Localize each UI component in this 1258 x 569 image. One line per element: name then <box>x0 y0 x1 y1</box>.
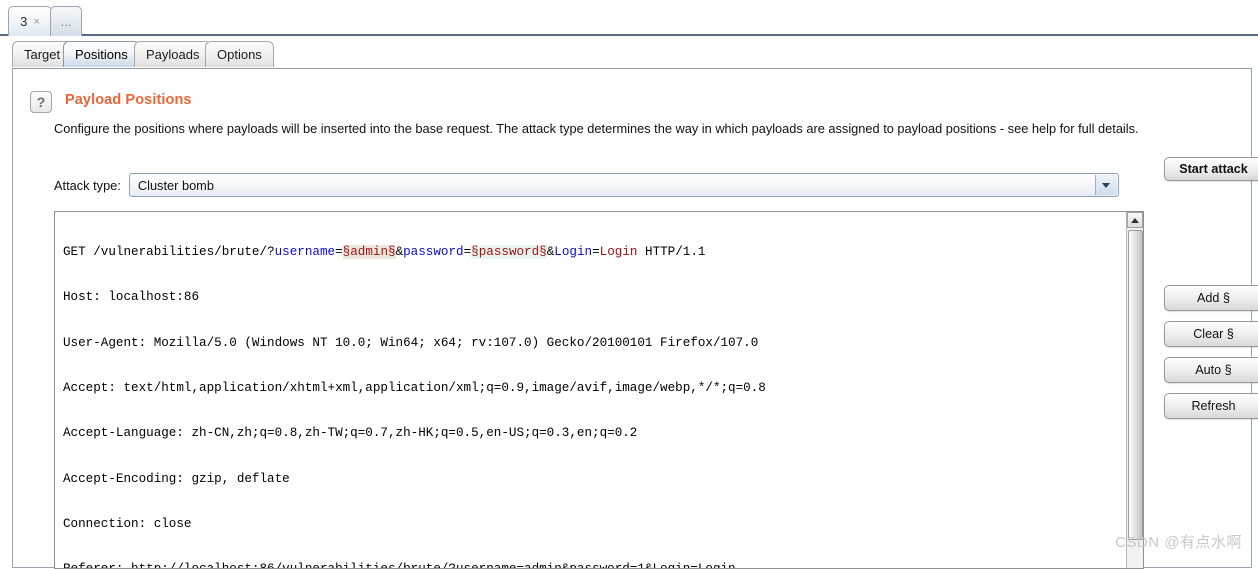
chevron-down-icon[interactable] <box>1095 175 1117 195</box>
help-icon[interactable]: ? <box>30 91 52 113</box>
request-line: Accept-Language: zh-CN,zh;q=0.8,zh-TW;q=… <box>63 426 1125 441</box>
request-editor[interactable]: GET /vulnerabilities/brute/?username=§ad… <box>54 211 1144 569</box>
attack-type-row: Attack type: Cluster bomb <box>54 173 1154 197</box>
attack-type-value: Cluster bomb <box>130 178 214 193</box>
tab-positions[interactable]: Positions <box>63 41 140 67</box>
attack-type-label: Attack type: <box>54 178 121 193</box>
scroll-up-icon[interactable] <box>1127 212 1143 228</box>
attack-tab-strip: 3 × ... <box>0 0 1258 36</box>
request-line: GET /vulnerabilities/brute/?username=§ad… <box>63 245 1125 260</box>
request-line: Accept: text/html,application/xhtml+xml,… <box>63 381 1125 396</box>
tab-target-label: Target <box>24 47 60 62</box>
payload-positions-panel: ? Payload Positions Configure the positi… <box>12 68 1252 568</box>
request-line: Host: localhost:86 <box>63 290 1125 305</box>
tab-payloads-label: Payloads <box>146 47 199 62</box>
start-attack-button[interactable]: Start attack <box>1164 157 1258 181</box>
tab-positions-label: Positions <box>75 47 128 62</box>
request-line: Referer: http://localhost:86/vulnerabili… <box>63 562 1125 569</box>
intruder-subtab-bar: Target Positions Payloads Options <box>0 38 1258 68</box>
request-line: Accept-Encoding: gzip, deflate <box>63 472 1125 487</box>
tab-options[interactable]: Options <box>205 41 274 67</box>
request-line: User-Agent: Mozilla/5.0 (Windows NT 10.0… <box>63 336 1125 351</box>
add-payload-marker-button[interactable]: Add § <box>1164 285 1258 311</box>
request-scrollbar[interactable] <box>1126 212 1143 568</box>
refresh-button[interactable]: Refresh <box>1164 393 1258 419</box>
tab-payloads[interactable]: Payloads <box>134 41 211 67</box>
tab-options-label: Options <box>217 47 262 62</box>
attack-tab-more-label: ... <box>61 14 72 29</box>
panel-description: Configure the positions where payloads w… <box>54 119 1139 138</box>
request-text[interactable]: GET /vulnerabilities/brute/?username=§ad… <box>55 215 1125 569</box>
request-line: Connection: close <box>63 517 1125 532</box>
attack-tab-3[interactable]: 3 × <box>8 6 52 36</box>
page-title: Payload Positions <box>65 92 192 108</box>
scrollbar-thumb[interactable] <box>1128 230 1143 540</box>
attack-tab-label: 3 <box>20 14 27 29</box>
attack-type-select[interactable]: Cluster bomb <box>129 173 1119 197</box>
close-icon[interactable]: × <box>33 16 39 28</box>
auto-payload-marker-button[interactable]: Auto § <box>1164 357 1258 383</box>
clear-payload-marker-button[interactable]: Clear § <box>1164 321 1258 347</box>
attack-tab-more[interactable]: ... <box>50 6 82 36</box>
